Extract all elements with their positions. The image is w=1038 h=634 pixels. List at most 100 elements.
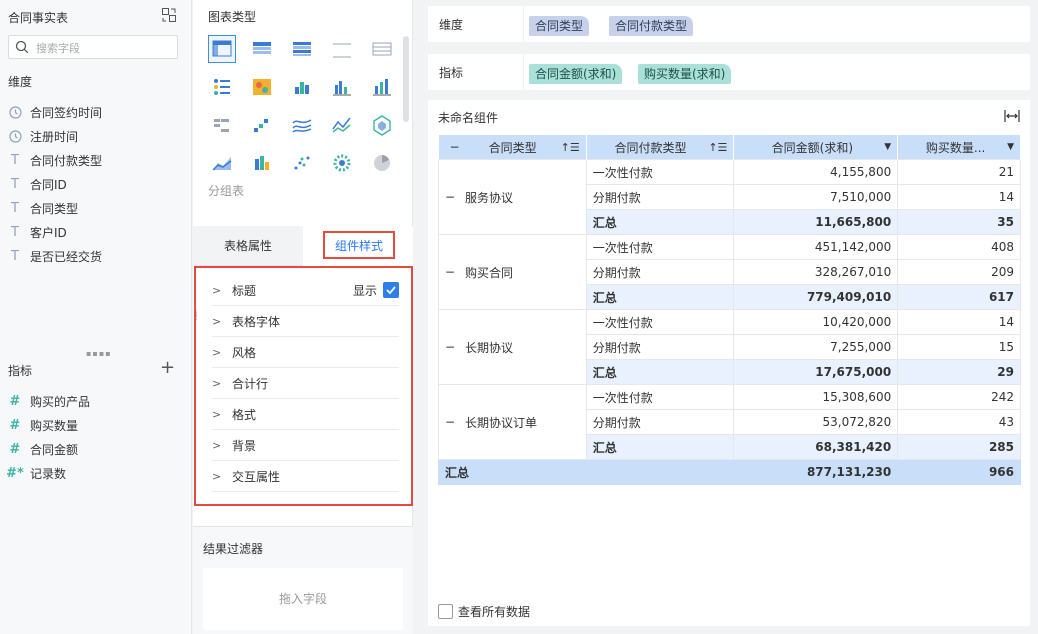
field-item[interactable]: T 合同付款类型 xyxy=(8,148,188,172)
fit-width-icon[interactable] xyxy=(1004,109,1020,123)
chart-type-option-icon[interactable] xyxy=(208,35,236,63)
style-property-label: 交互属性 xyxy=(232,469,281,484)
chart-type-option-icon[interactable] xyxy=(248,35,276,63)
clock-icon xyxy=(8,129,22,143)
column-header[interactable]: 合同金额(求和) ▼ xyxy=(733,135,899,160)
chart-type-option-icon[interactable] xyxy=(328,149,356,177)
field-item-label: 是否已经交货 xyxy=(30,249,103,264)
field-item[interactable]: T 合同ID xyxy=(8,172,188,196)
dropdown-icon[interactable]: ▼ xyxy=(1007,142,1014,152)
style-property-row[interactable]: > 合计行 xyxy=(212,368,399,399)
style-property-row[interactable]: > 表格字体 xyxy=(212,306,399,337)
field-item[interactable]: T 客户ID xyxy=(8,220,188,244)
quantity-cell: 242 xyxy=(897,384,1021,410)
style-property-row[interactable]: > 格式 xyxy=(212,399,399,430)
add-measure-icon[interactable]: + xyxy=(160,359,175,377)
field-item[interactable]: # 购买数量 xyxy=(8,413,188,437)
dropdown-icon[interactable]: ▼ xyxy=(884,142,891,152)
dimension-pill[interactable]: 合同付款类型 xyxy=(609,16,694,36)
chart-type-option-icon[interactable] xyxy=(368,35,396,63)
field-item[interactable]: # 合同金额 xyxy=(8,437,188,461)
quantity-cell: 43 xyxy=(897,409,1021,435)
collapse-icon[interactable]: − xyxy=(445,265,465,279)
field-search-input[interactable]: 搜索字段 xyxy=(8,35,178,59)
indicator-well-label: 指标 xyxy=(439,66,464,80)
chevron-right-icon: > xyxy=(212,438,222,452)
view-all-data-checkbox[interactable]: 查看所有数据 xyxy=(438,603,530,620)
tab-table-properties[interactable]: 表格属性 xyxy=(193,226,303,266)
field-item-label: 合同金额 xyxy=(30,442,79,457)
column-header[interactable]: − 合同类型 ↑☰ xyxy=(438,135,587,160)
field-item-label: 购买的产品 xyxy=(30,394,91,409)
collapse-icon[interactable]: − xyxy=(445,190,465,204)
field-item[interactable]: 合同签约时间 xyxy=(8,100,188,124)
sort-icon[interactable]: ↑☰ xyxy=(708,141,727,154)
column-header[interactable]: 合同付款类型 ↑☰ xyxy=(586,135,735,160)
tab-component-style[interactable]: 组件样式 xyxy=(303,226,413,266)
payment-type-cell: 一次性付款 xyxy=(585,309,735,335)
field-item[interactable]: #* 记录数 xyxy=(6,461,188,485)
group-cell[interactable]: − 服务协议 xyxy=(438,159,587,235)
field-item[interactable]: T 是否已经交货 xyxy=(8,244,188,268)
chart-type-heading: 图表类型 xyxy=(208,10,257,24)
dimension-well: 维度 合同类型 合同付款类型 xyxy=(428,6,1030,42)
filter-drop-zone[interactable]: 拖入字段 xyxy=(203,568,403,630)
chart-type-option-icon[interactable] xyxy=(368,149,396,177)
chart-type-option-icon[interactable] xyxy=(288,73,316,101)
chart-type-option-icon[interactable] xyxy=(288,35,316,63)
quantity-cell: 14 xyxy=(897,184,1021,210)
switch-dataset-icon[interactable] xyxy=(161,7,177,23)
hash-icon: # xyxy=(9,393,21,409)
group-cell[interactable]: − 长期协议订单 xyxy=(438,384,587,460)
group-cell[interactable]: − 购买合同 xyxy=(438,234,587,310)
dimension-pill[interactable]: 合同类型 xyxy=(529,16,590,36)
resize-handle-icon[interactable]: ▪▪▪▪ xyxy=(86,349,112,358)
amount-cell: 11,665,800 xyxy=(733,209,899,235)
view-all-data-label: 查看所有数据 xyxy=(458,605,531,619)
chart-type-option-icon[interactable] xyxy=(328,111,356,139)
amount-cell: 451,142,000 xyxy=(733,234,899,260)
table-row: − 服务协议 一次性付款 4,155,800 21 xyxy=(438,159,1021,235)
collapse-icon[interactable]: − xyxy=(445,415,465,429)
collapse-icon[interactable]: − xyxy=(445,340,465,354)
component-title[interactable]: 未命名组件 xyxy=(438,109,498,126)
field-item[interactable]: T 合同类型 xyxy=(8,196,188,220)
field-item[interactable]: # 购买的产品 xyxy=(8,389,188,413)
chart-type-scrollbar[interactable] xyxy=(403,36,409,122)
indicator-pill[interactable]: 购买数量(求和) xyxy=(638,64,732,84)
result-filter-heading: 结果过滤器 xyxy=(203,542,264,556)
amount-cell: 15,308,600 xyxy=(733,384,899,410)
style-property-row[interactable]: > 标题 显示 xyxy=(212,275,399,306)
hash-icon: # xyxy=(9,417,21,433)
chart-type-option-icon[interactable] xyxy=(248,111,276,139)
collapse-all-icon[interactable]: − xyxy=(445,140,465,154)
payment-type-cell: 分期付款 xyxy=(585,334,735,360)
chart-type-option-icon[interactable] xyxy=(288,149,316,177)
style-property-row[interactable]: > 背景 xyxy=(212,430,399,461)
chart-type-option-icon[interactable] xyxy=(208,111,236,139)
amount-cell: 328,267,010 xyxy=(733,259,899,285)
payment-type-cell: 一次性付款 xyxy=(585,384,735,410)
chart-type-option-icon[interactable] xyxy=(368,73,396,101)
table-row: − 长期协议订单 一次性付款 15,308,600 242 xyxy=(438,384,1021,460)
chart-type-option-icon[interactable] xyxy=(328,35,356,63)
column-header[interactable]: 购买数量... ▼ xyxy=(897,135,1021,160)
chart-type-option-icon[interactable] xyxy=(248,73,276,101)
sort-icon[interactable]: ↑☰ xyxy=(561,141,580,154)
style-property-row[interactable]: > 交互属性 xyxy=(212,461,399,492)
chart-type-option-icon[interactable] xyxy=(208,73,236,101)
field-item[interactable]: 注册时间 xyxy=(8,124,188,148)
style-property-row[interactable]: > 风格 xyxy=(212,337,399,368)
chart-type-option-icon[interactable] xyxy=(368,111,396,139)
chart-type-option-icon[interactable] xyxy=(288,111,316,139)
title-show-checkbox[interactable] xyxy=(383,282,399,298)
chart-type-option-icon[interactable] xyxy=(328,73,356,101)
checkbox-icon xyxy=(438,604,453,619)
indicator-pill[interactable]: 合同金额(求和) xyxy=(529,64,623,84)
chart-type-option-icon[interactable] xyxy=(248,149,276,177)
text-icon: T xyxy=(11,152,19,168)
group-cell[interactable]: − 长期协议 xyxy=(438,309,587,385)
chart-type-option-icon[interactable] xyxy=(208,149,236,177)
field-item-label: 合同类型 xyxy=(30,201,79,216)
text-icon: T xyxy=(11,224,19,240)
